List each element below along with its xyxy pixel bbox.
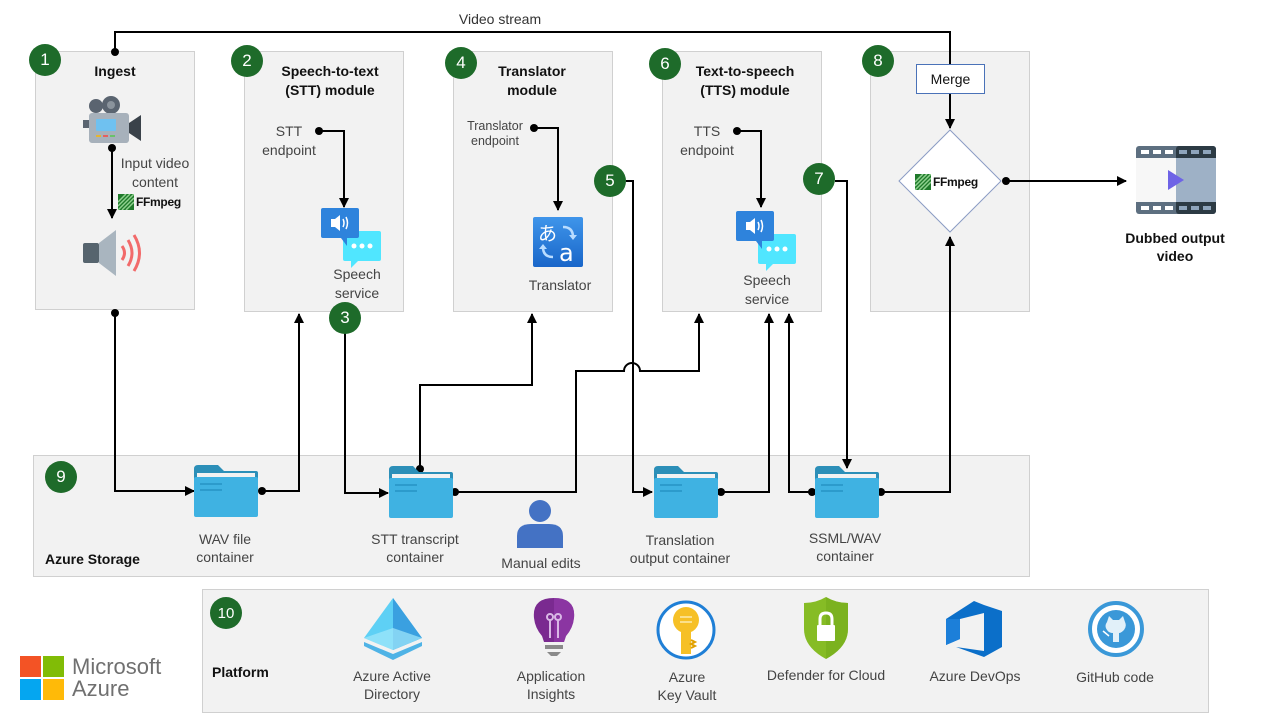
folder-icon-transcript: [389, 466, 453, 523]
azure-devops-icon: [944, 601, 1002, 662]
speaker-icon: [82, 228, 144, 283]
transcript-container-label: STT transcript container: [371, 531, 459, 565]
speech-service-icon-stt: [321, 208, 383, 273]
translation-container-label: Translation output container: [629, 532, 731, 566]
step-badge-3: 3: [329, 302, 361, 334]
video-camera-icon: [82, 95, 142, 152]
application-insights-icon: [532, 598, 576, 663]
folder-icon-translation: [654, 466, 718, 523]
ffmpeg-logo-ingest: FFmpeg: [118, 194, 181, 210]
person-icon: [517, 500, 563, 553]
microsoft-azure-wordmark: Microsoft Azure: [72, 654, 162, 701]
tts-module-title: Text-to-speech (TTS) module: [695, 63, 795, 98]
translator-service-label: Translator: [528, 277, 592, 293]
ssml-container-label: SSML/WAV container: [808, 530, 882, 564]
azure-storage-title: Azure Storage: [45, 551, 140, 567]
input-video-line1: Input video: [120, 155, 190, 171]
tts-to-ssml-connector: [835, 180, 852, 469]
ingest-title: Ingest: [94, 63, 136, 79]
defender-label: Defender for Cloud: [766, 667, 886, 683]
step-badge-10: 10: [210, 597, 242, 629]
manual-edits-label: Manual edits: [501, 555, 581, 571]
step-badge-2: 2: [231, 45, 263, 77]
key-vault-label: Azure Key Vault: [657, 669, 717, 703]
folder-icon-wav: [194, 465, 258, 522]
video-stream-label: Video stream: [458, 11, 542, 27]
devops-label: Azure DevOps: [929, 668, 1021, 684]
stt-endpoint-label: STT endpoint: [262, 123, 316, 158]
speech-service-icon-tts: [736, 211, 798, 276]
wav-container-label: WAV file container: [196, 531, 254, 565]
input-video-label: Input video content: [113, 154, 197, 192]
translator-endpoint-label: Translator endpoint: [467, 119, 523, 148]
merge-label-box: Merge: [916, 64, 985, 94]
tts-speech-service-label: Speech service: [743, 272, 791, 307]
step-badge-5: 5: [594, 165, 626, 197]
ffmpeg-icon: [118, 194, 134, 210]
step-badge-7: 7: [803, 163, 835, 195]
svg-text:a: a: [559, 239, 574, 267]
microsoft-logo-icon: [20, 656, 64, 705]
folder-icon-ssml: [815, 466, 879, 523]
github-icon: [1087, 600, 1145, 663]
stt-speech-service-label: Speech service: [333, 266, 381, 301]
defender-for-cloud-icon: [802, 597, 850, 664]
stt-module-title: Speech-to-text (STT) module: [260, 62, 400, 100]
ffmpeg-logo-merge: FFmpeg: [915, 174, 978, 190]
tts-endpoint-label: TTS endpoint: [680, 123, 734, 158]
app-insights-label: Application Insights: [516, 668, 586, 702]
key-vault-icon: [656, 600, 716, 665]
aad-label: Azure Active Directory: [353, 668, 431, 702]
step-badge-1: 1: [29, 44, 61, 76]
platform-title: Platform: [212, 664, 269, 680]
step-badge-9: 9: [45, 461, 77, 493]
svg-text:あ: あ: [538, 223, 557, 245]
stt-title-line1: Speech-to-text: [281, 63, 379, 79]
video-film-icon: [1136, 146, 1216, 219]
ffmpeg-icon: [915, 174, 931, 190]
translator-icon: あ a: [533, 217, 583, 272]
transcript-to-translator-connector: [419, 313, 537, 470]
github-label: GitHub code: [1076, 669, 1154, 685]
translation-to-output-connector: [626, 180, 653, 497]
translator-module-title: Translator module: [498, 63, 566, 98]
step-badge-8: 8: [862, 45, 894, 77]
dubbed-output-label: Dubbed output video: [1125, 230, 1225, 264]
stt-title-line2: (STT) module: [285, 82, 375, 98]
input-video-line2: content: [132, 174, 178, 190]
azure-active-directory-icon: [360, 598, 426, 665]
